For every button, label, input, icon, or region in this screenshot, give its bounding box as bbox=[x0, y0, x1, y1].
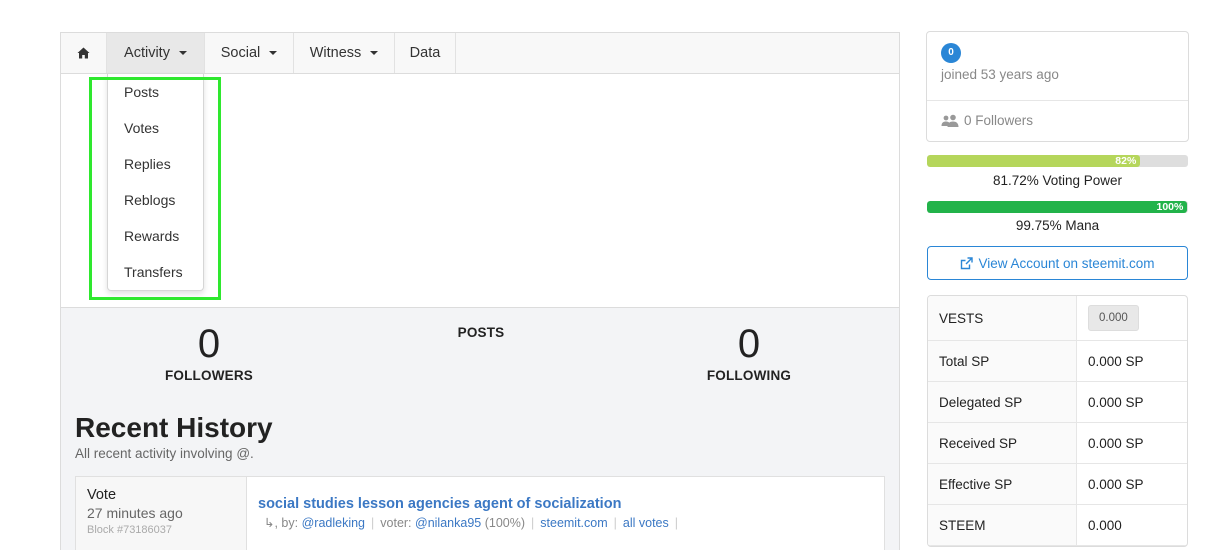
nav-social[interactable]: Social bbox=[205, 33, 294, 73]
followers-count: 0 bbox=[197, 322, 221, 366]
home-nav-button[interactable] bbox=[61, 33, 107, 73]
caret-down-icon bbox=[178, 51, 187, 55]
nav-social-label: Social bbox=[220, 45, 261, 61]
history-entry-type: Vote bbox=[87, 487, 117, 503]
activity-dropdown-menu: Posts Votes Replies Reblogs Rewards Tran… bbox=[107, 74, 204, 291]
history-entry-block: Block #73186037 bbox=[87, 524, 173, 536]
caret-down-icon bbox=[370, 51, 379, 55]
history-entry-details: ↳, by: @radleking | voter: @nilanka95 (100… bbox=[264, 515, 684, 530]
vote-percent: (100%) bbox=[484, 516, 526, 530]
history-entry-meta: Vote 27 minutes ago Block #73186037 bbox=[76, 477, 247, 550]
nav-data[interactable]: Data bbox=[395, 33, 456, 73]
followers-row[interactable]: 0 Followers bbox=[941, 113, 1033, 128]
following-label: FOLLOWING bbox=[706, 368, 792, 383]
joined-text: joined 53 years ago bbox=[941, 67, 1059, 82]
voting-power-fill: 82% bbox=[927, 155, 1141, 167]
reputation-badge: 0 bbox=[941, 43, 961, 63]
stats-section: 0 FOLLOWERS POSTS 0 FOLLOWING Recent His… bbox=[61, 307, 899, 550]
dropdown-item-rewards[interactable]: Rewards bbox=[124, 228, 179, 244]
voter-prefix: voter: bbox=[380, 516, 412, 530]
caret-down-icon bbox=[269, 51, 278, 55]
home-icon bbox=[77, 47, 90, 59]
table-row: STEEM 0.000 bbox=[928, 505, 1187, 546]
posts-label: POSTS bbox=[457, 325, 505, 340]
row-label: VESTS bbox=[928, 296, 1077, 340]
voting-power-bar: 82% bbox=[927, 155, 1188, 167]
view-account-label: View Account on steemit.com bbox=[978, 255, 1155, 271]
separator: | bbox=[371, 516, 375, 530]
by-prefix: ↳, by: bbox=[264, 516, 299, 530]
mana-caption: 99.75% Mana bbox=[1015, 218, 1100, 233]
vests-chip[interactable]: 0.000 bbox=[1088, 305, 1139, 331]
table-row: VESTS 0.000 bbox=[928, 296, 1187, 341]
users-icon bbox=[941, 114, 959, 127]
separator: | bbox=[613, 516, 617, 530]
mana-bar: 100% bbox=[927, 201, 1188, 213]
recent-history-title: Recent History bbox=[75, 412, 273, 443]
dropdown-item-transfers[interactable]: Transfers bbox=[124, 264, 183, 280]
recent-history-subtitle: All recent activity involving @. bbox=[75, 446, 254, 461]
view-account-button[interactable]: View Account on steemit.com bbox=[927, 246, 1188, 280]
row-value: 0.000 bbox=[1088, 517, 1122, 533]
table-row: Received SP 0.000 SP bbox=[928, 423, 1187, 464]
nav-activity[interactable]: Activity bbox=[107, 33, 205, 73]
nav-witness[interactable]: Witness bbox=[294, 33, 395, 73]
table-row: Delegated SP 0.000 SP bbox=[928, 382, 1187, 423]
nav-activity-label: Activity bbox=[124, 45, 170, 61]
author-link[interactable]: @radleking bbox=[302, 516, 365, 530]
row-label: STEEM bbox=[928, 505, 1077, 545]
following-count: 0 bbox=[737, 322, 761, 366]
divider bbox=[927, 100, 1188, 101]
mana-fill: 100% bbox=[927, 201, 1188, 213]
history-entry-time: 27 minutes ago bbox=[87, 505, 183, 521]
table-row: Total SP 0.000 SP bbox=[928, 341, 1187, 382]
main-panel: Activity Social Witness Data Posts Votes… bbox=[60, 32, 900, 550]
row-value: 0.000 SP bbox=[1088, 476, 1144, 492]
history-entry: Vote 27 minutes ago Block #73186037 soci… bbox=[75, 476, 885, 550]
row-value: 0.000 SP bbox=[1088, 435, 1144, 451]
followers-label: FOLLOWERS bbox=[164, 368, 254, 383]
row-value: 0.000 bbox=[1088, 296, 1139, 340]
external-link-icon bbox=[961, 256, 974, 269]
dropdown-item-replies[interactable]: Replies bbox=[124, 156, 171, 172]
voter-link[interactable]: @nilanka95 bbox=[415, 516, 481, 530]
steemit-link[interactable]: steemit.com bbox=[540, 516, 607, 530]
all-votes-link[interactable]: all votes bbox=[623, 516, 669, 530]
dropdown-item-posts[interactable]: Posts bbox=[124, 84, 159, 100]
separator: | bbox=[531, 516, 535, 530]
history-entry-post-link[interactable]: social studies lesson agencies agent of … bbox=[258, 496, 621, 512]
nav-data-label: Data bbox=[409, 45, 441, 61]
followers-count-text: 0 Followers bbox=[964, 113, 1034, 128]
top-navbar: Activity Social Witness Data bbox=[61, 33, 899, 74]
row-label: Total SP bbox=[928, 341, 1077, 381]
nav-witness-label: Witness bbox=[309, 45, 362, 61]
row-label: Effective SP bbox=[928, 464, 1077, 504]
steem-power-table: VESTS 0.000 Total SP 0.000 SP Delegated … bbox=[927, 295, 1188, 547]
dropdown-item-reblogs[interactable]: Reblogs bbox=[124, 192, 175, 208]
profile-card: 0 joined 53 years ago 0 Followers bbox=[926, 31, 1189, 142]
table-row: Effective SP 0.000 SP bbox=[928, 464, 1187, 505]
row-value: 0.000 SP bbox=[1088, 353, 1144, 369]
separator: | bbox=[674, 516, 679, 530]
dropdown-item-votes[interactable]: Votes bbox=[124, 120, 159, 136]
voting-power-caption: 81.72% Voting Power bbox=[992, 173, 1123, 188]
row-label: Delegated SP bbox=[928, 382, 1077, 422]
row-label: Received SP bbox=[928, 423, 1077, 463]
row-value: 0.000 SP bbox=[1088, 394, 1144, 410]
